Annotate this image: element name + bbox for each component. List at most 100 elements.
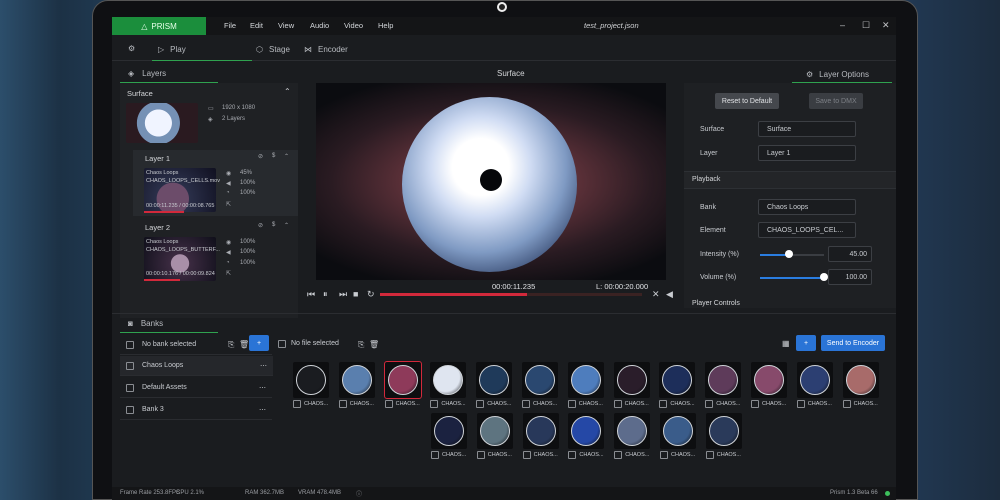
surface-select[interactable]: Surface xyxy=(758,121,856,137)
bank-file-thumbnail[interactable] xyxy=(293,362,329,398)
menu-view[interactable]: View xyxy=(278,21,294,30)
file-checkbox[interactable] xyxy=(659,400,668,408)
bank-row[interactable]: Bank 3 ⋯ xyxy=(120,400,272,420)
loop-icon[interactable]: ↻ xyxy=(367,289,375,300)
file-checkbox[interactable] xyxy=(796,400,805,408)
share-out-icon[interactable]: ⇱ xyxy=(226,270,231,277)
bank-checkbox[interactable] xyxy=(126,361,134,370)
save-dmx-button[interactable]: Save to DMX xyxy=(809,93,863,109)
file-checkbox[interactable] xyxy=(705,400,714,408)
eye-off-icon[interactable]: ⊘ xyxy=(258,153,263,160)
tab-play[interactable]: ▷ Play xyxy=(158,45,186,54)
eye-off-icon[interactable]: ⊘ xyxy=(258,222,263,229)
file-checkbox[interactable] xyxy=(614,451,623,459)
bank-file-thumbnail[interactable] xyxy=(613,362,650,398)
minimize-button[interactable]: – xyxy=(840,20,845,30)
bank-file-thumbnail[interactable] xyxy=(568,413,605,449)
bank-file-thumbnail[interactable] xyxy=(660,413,696,449)
chevron-up-icon[interactable]: ⌃ xyxy=(284,153,289,160)
trash-icon[interactable]: 🗑 xyxy=(369,340,379,349)
more-icon[interactable]: ⋯ xyxy=(259,406,266,414)
file-checkbox[interactable] xyxy=(430,400,439,408)
element-select[interactable]: CHAOS_LOOPS_CEL... xyxy=(758,222,856,238)
skip-back-icon[interactable]: ⏮ xyxy=(307,289,315,300)
menu-video[interactable]: Video xyxy=(344,21,363,30)
add-file-button[interactable]: + xyxy=(796,335,816,351)
pause-icon[interactable]: ⏸ xyxy=(323,289,328,300)
file-checkbox[interactable] xyxy=(384,400,393,408)
file-checkbox[interactable] xyxy=(338,400,347,408)
file-checkbox[interactable] xyxy=(522,451,531,459)
bank-file-thumbnail[interactable] xyxy=(431,413,467,449)
bank-file-thumbnail[interactable] xyxy=(476,362,513,398)
collapse-chevron-icon[interactable]: ⌃ xyxy=(284,87,291,96)
file-checkbox[interactable] xyxy=(613,400,622,408)
grid-view-icon[interactable]: ▦ xyxy=(782,339,790,348)
file-checkbox[interactable] xyxy=(660,451,668,459)
menu-audio[interactable]: Audio xyxy=(310,21,329,30)
bank-file-thumbnail[interactable] xyxy=(751,362,787,398)
volume-slider[interactable] xyxy=(760,277,824,279)
bank-select[interactable]: Chaos Loops xyxy=(758,199,856,215)
reset-default-button[interactable]: Reset to Default xyxy=(715,93,779,109)
intensity-knob[interactable] xyxy=(784,250,793,258)
timeline-track[interactable] xyxy=(380,293,642,296)
bank-file-thumbnail[interactable] xyxy=(383,361,422,399)
volume-input[interactable]: 100.00 xyxy=(828,269,872,285)
tab-stage[interactable]: ⬡ Stage xyxy=(256,45,290,54)
bank-file-thumbnail[interactable] xyxy=(705,413,742,449)
bank-file-thumbnail[interactable] xyxy=(430,362,467,398)
bank-file-thumbnail[interactable] xyxy=(659,362,696,398)
file-checkbox[interactable] xyxy=(568,451,577,459)
add-bank-button[interactable]: + xyxy=(249,335,269,351)
file-checkbox[interactable] xyxy=(476,451,485,459)
speaker-icon[interactable]: ◀ xyxy=(666,289,673,300)
more-icon[interactable]: ⋯ xyxy=(259,384,266,392)
bank-file-thumbnail[interactable] xyxy=(796,362,833,398)
bank-checkbox[interactable] xyxy=(126,405,134,414)
file-checkbox[interactable] xyxy=(751,400,759,408)
layer-select[interactable]: Layer 1 xyxy=(758,145,856,161)
bank-file-thumbnail[interactable] xyxy=(338,362,375,398)
gear-icon[interactable]: ⚙ xyxy=(128,44,135,53)
close-button[interactable]: ✕ xyxy=(882,20,890,31)
file-checkbox[interactable] xyxy=(293,400,301,408)
dollar-icon[interactable]: $ xyxy=(272,222,275,228)
file-checkbox[interactable] xyxy=(431,451,439,459)
banks-header[interactable]: ◙ Banks xyxy=(128,313,163,333)
bank-file-thumbnail[interactable] xyxy=(705,362,742,398)
bank-file-thumbnail[interactable] xyxy=(842,362,879,398)
file-checkbox[interactable] xyxy=(705,451,714,459)
bank-file-thumbnail[interactable] xyxy=(476,413,513,449)
bank-file-thumbnail[interactable] xyxy=(522,413,559,449)
file-checkbox[interactable] xyxy=(278,340,286,350)
chevron-up-icon[interactable]: ⌃ xyxy=(284,222,289,229)
file-checkbox[interactable] xyxy=(842,400,851,408)
menu-file[interactable]: File xyxy=(224,21,236,30)
more-icon[interactable]: ⋯ xyxy=(260,362,267,370)
file-checkbox[interactable] xyxy=(567,400,576,408)
fullscreen-icon[interactable]: ✕ xyxy=(652,289,660,300)
bank-checkbox[interactable] xyxy=(126,340,134,349)
dollar-icon[interactable]: $ xyxy=(272,153,275,159)
skip-forward-icon[interactable]: ⏭ xyxy=(339,289,347,300)
file-checkbox[interactable] xyxy=(522,400,530,408)
bank-row[interactable]: Default Assets ⋯ xyxy=(120,378,272,398)
trash-icon[interactable]: 🗑 xyxy=(239,340,249,349)
layers-header[interactable]: ◈ Layers xyxy=(128,63,166,83)
info-icon[interactable]: ⓘ xyxy=(356,489,362,498)
menu-help[interactable]: Help xyxy=(378,21,393,30)
bank-file-thumbnail[interactable] xyxy=(522,362,558,398)
layer-options-header[interactable]: ⚙ Layer Options xyxy=(806,64,869,84)
bank-checkbox[interactable] xyxy=(126,383,134,392)
intensity-input[interactable]: 45.00 xyxy=(828,246,872,262)
bank-file-thumbnail[interactable] xyxy=(614,413,651,449)
file-checkbox[interactable] xyxy=(476,400,485,408)
stop-icon[interactable]: ■ xyxy=(353,289,358,299)
maximize-button[interactable]: ☐ xyxy=(862,20,870,31)
volume-knob[interactable] xyxy=(820,273,828,281)
copy-icon[interactable]: ⎘ xyxy=(358,340,364,350)
checkbox[interactable] xyxy=(278,340,286,348)
bank-file-thumbnail[interactable] xyxy=(567,362,604,398)
copy-icon[interactable]: ⎘ xyxy=(228,340,234,350)
